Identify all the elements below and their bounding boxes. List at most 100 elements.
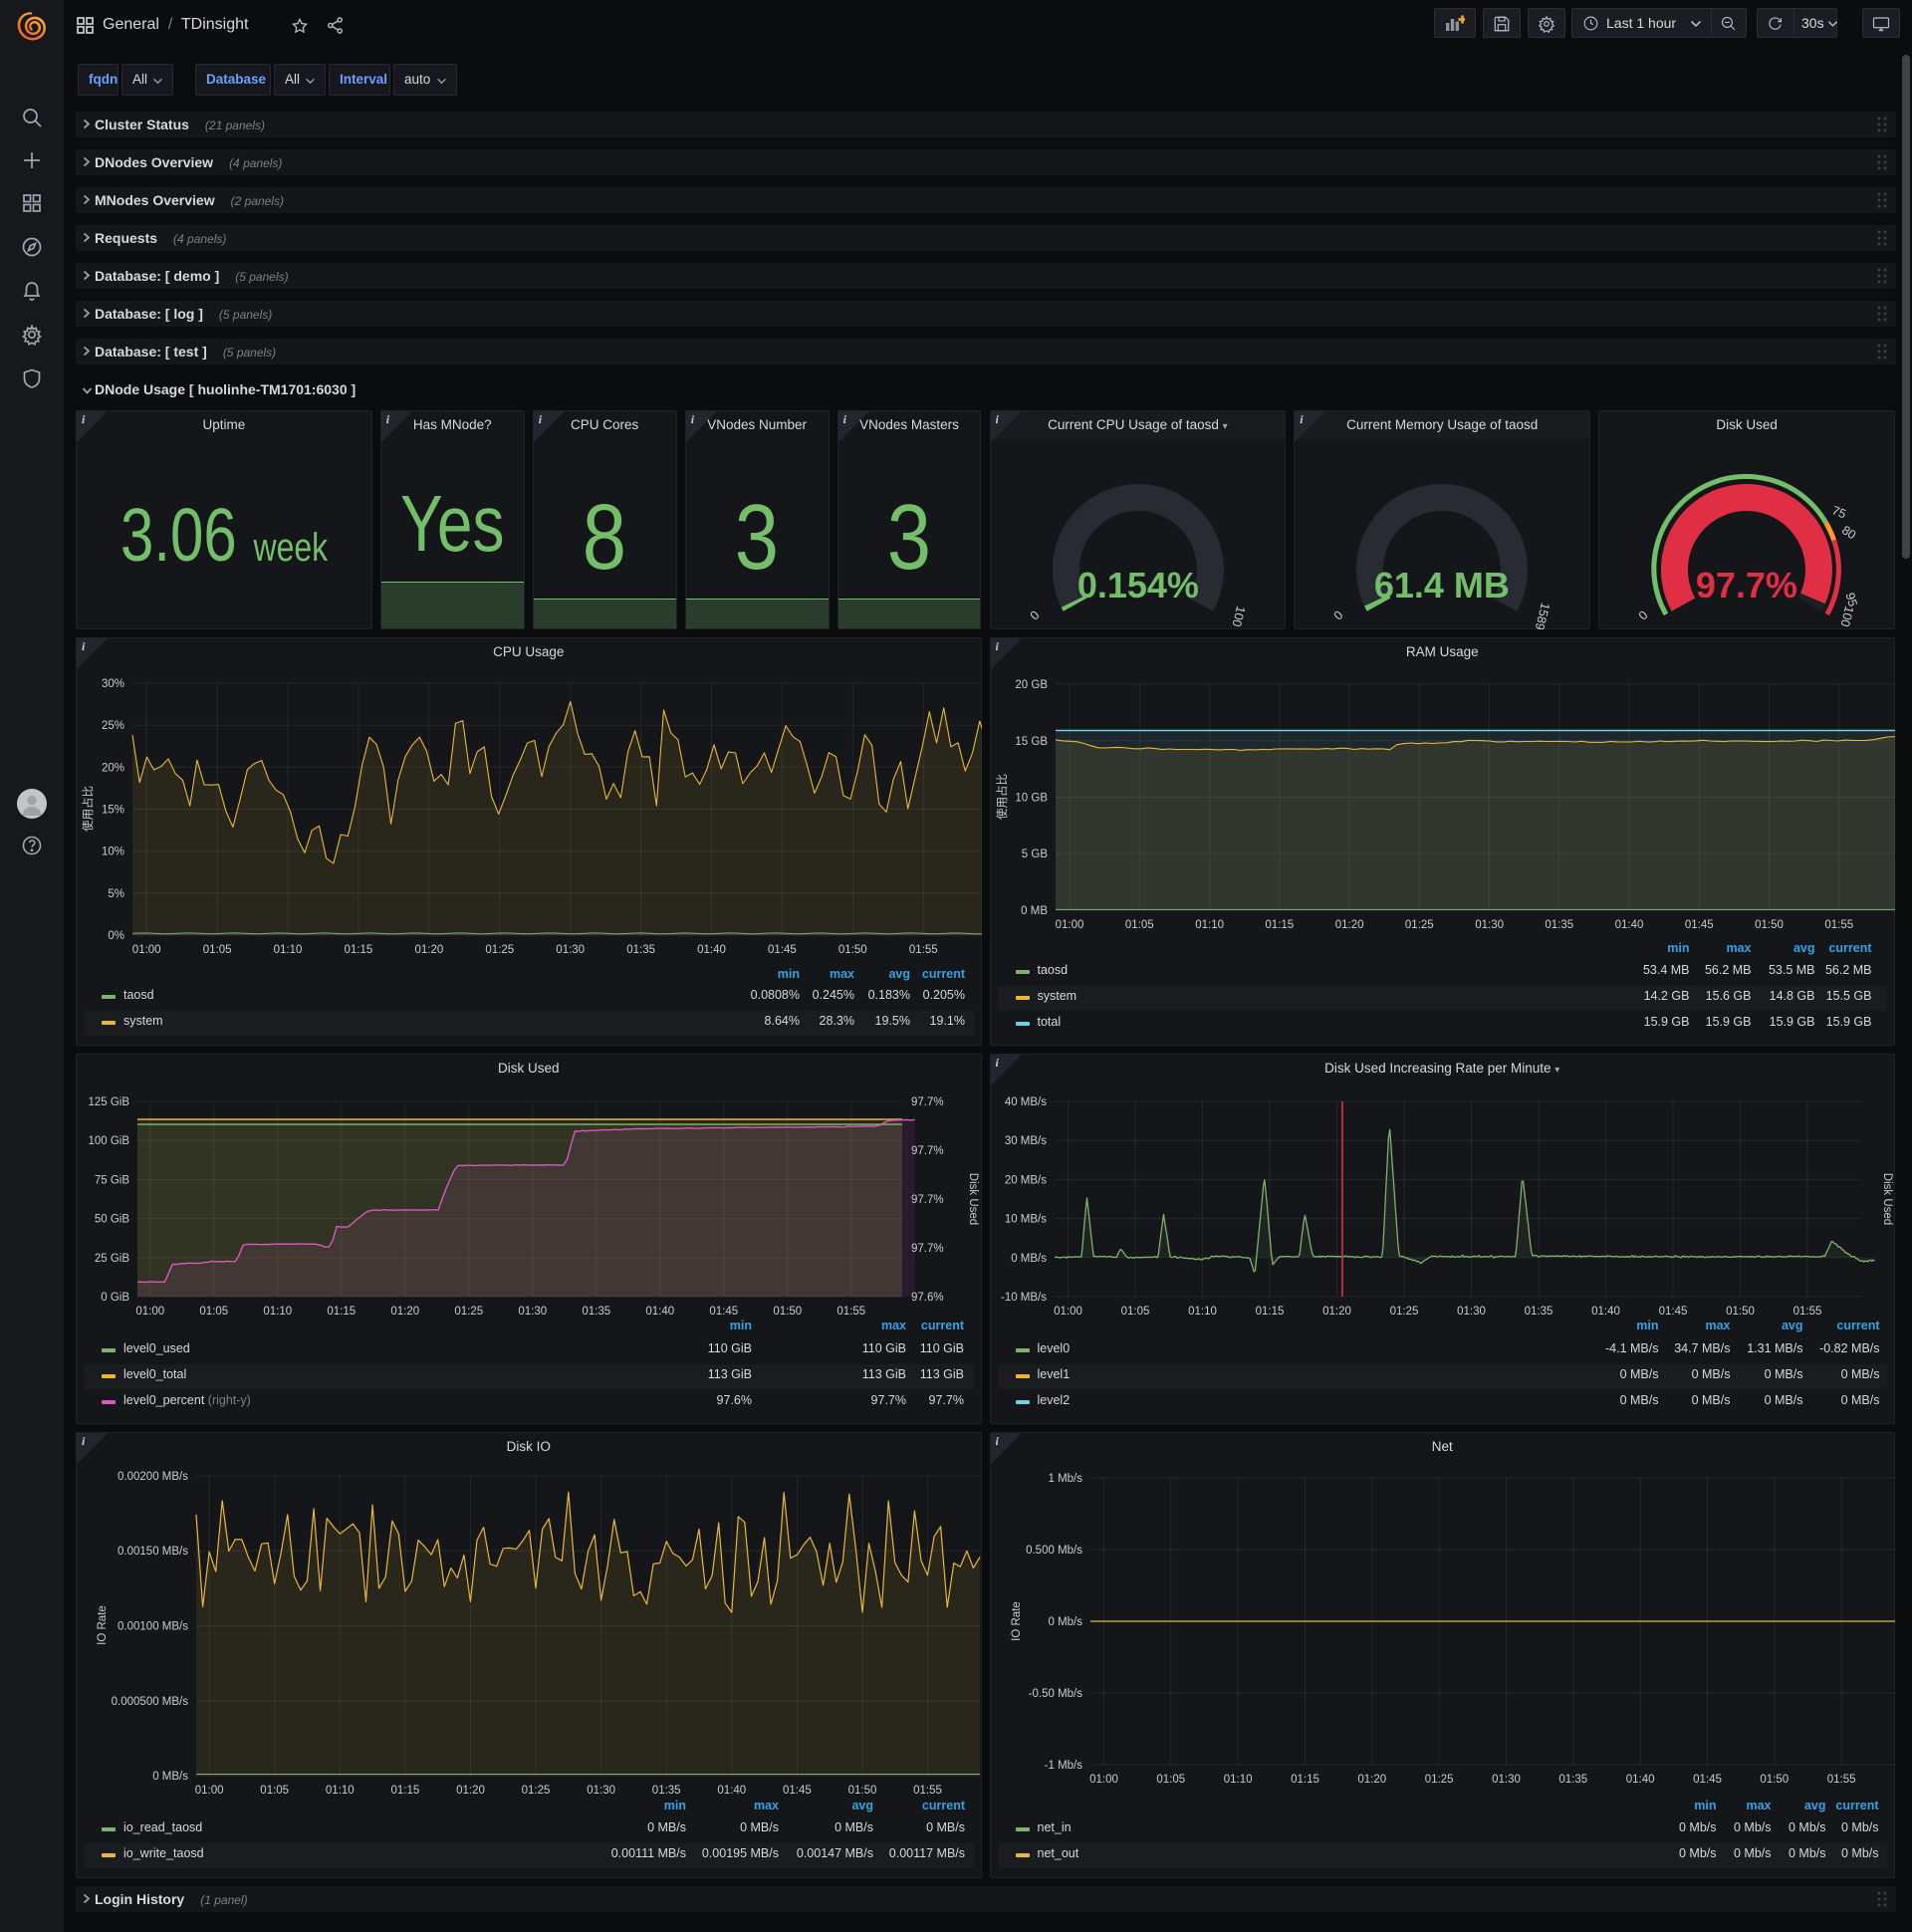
svg-text:01:35: 01:35	[652, 1785, 681, 1797]
svg-text:01:25: 01:25	[1404, 919, 1433, 931]
svg-text:01:05: 01:05	[260, 1785, 289, 1797]
svg-text:01:50: 01:50	[773, 1306, 802, 1318]
svg-text:Disk Used: Disk Used	[967, 1173, 979, 1225]
svg-text:01:55: 01:55	[1824, 919, 1853, 931]
svg-text:0 MB/s: 0 MB/s	[1011, 1253, 1047, 1265]
svg-text:0 Mb/s: 0 Mb/s	[1048, 1616, 1082, 1628]
svg-text:0.000500 MB/s: 0.000500 MB/s	[112, 1696, 189, 1708]
svg-text:97.7%: 97.7%	[911, 1096, 944, 1108]
svg-text:01:55: 01:55	[836, 1306, 865, 1318]
svg-text:01:20: 01:20	[390, 1306, 419, 1318]
svg-text:15 GB: 15 GB	[1015, 736, 1048, 748]
svg-text:15%: 15%	[102, 805, 124, 817]
svg-text:0.500 Mb/s: 0.500 Mb/s	[1026, 1545, 1082, 1557]
svg-text:-10 MB/s: -10 MB/s	[1000, 1292, 1046, 1304]
svg-text:5%: 5%	[108, 888, 124, 900]
svg-text:0 MB/s: 0 MB/s	[152, 1771, 188, 1783]
svg-text:01:35: 01:35	[1524, 1306, 1553, 1318]
svg-text:01:10: 01:10	[274, 944, 303, 956]
svg-text:01:10: 01:10	[263, 1306, 292, 1318]
svg-text:20%: 20%	[102, 762, 124, 774]
svg-text:01:00: 01:00	[195, 1785, 224, 1797]
svg-text:01:20: 01:20	[1322, 1306, 1351, 1318]
svg-text:01:55: 01:55	[1792, 1306, 1821, 1318]
svg-text:01:10: 01:10	[1195, 919, 1224, 931]
svg-text:01:50: 01:50	[838, 944, 867, 956]
svg-text:0%: 0%	[108, 930, 124, 942]
svg-text:01:55: 01:55	[1826, 1774, 1855, 1786]
svg-text:01:25: 01:25	[485, 944, 514, 956]
svg-text:01:45: 01:45	[783, 1785, 812, 1797]
svg-text:01:25: 01:25	[1424, 1774, 1453, 1786]
svg-text:IO Rate: IO Rate	[1011, 1601, 1023, 1641]
svg-text:01:40: 01:40	[717, 1785, 746, 1797]
svg-text:01:45: 01:45	[1658, 1306, 1687, 1318]
svg-text:01:30: 01:30	[587, 1785, 615, 1797]
svg-text:30%: 30%	[102, 678, 124, 690]
svg-text:01:50: 01:50	[1760, 1774, 1789, 1786]
svg-text:01:40: 01:40	[1625, 1774, 1654, 1786]
svg-text:01:40: 01:40	[697, 944, 726, 956]
svg-text:80: 80	[1839, 523, 1858, 542]
svg-text:0.00100 MB/s: 0.00100 MB/s	[118, 1621, 188, 1633]
svg-text:1 Mb/s: 1 Mb/s	[1048, 1473, 1082, 1485]
svg-text:97.7%: 97.7%	[911, 1243, 944, 1255]
svg-text:0: 0	[1331, 608, 1346, 623]
svg-text:01:50: 01:50	[848, 1785, 877, 1797]
svg-text:97.7%: 97.7%	[911, 1145, 944, 1157]
svg-text:01:40: 01:40	[1591, 1306, 1620, 1318]
svg-text:10 GB: 10 GB	[1015, 793, 1048, 805]
svg-text:10 MB/s: 10 MB/s	[1004, 1214, 1046, 1226]
svg-text:-0.50 Mb/s: -0.50 Mb/s	[1028, 1688, 1082, 1700]
svg-text:01:40: 01:40	[645, 1306, 674, 1318]
svg-text:50 GiB: 50 GiB	[95, 1214, 129, 1226]
svg-text:01:55: 01:55	[913, 1785, 942, 1797]
svg-text:75: 75	[1830, 503, 1848, 521]
svg-text:01:05: 01:05	[1124, 919, 1153, 931]
svg-text:0: 0	[1027, 608, 1042, 623]
svg-text:01:00: 01:00	[1055, 919, 1083, 931]
svg-text:01:30: 01:30	[556, 944, 585, 956]
svg-text:0: 0	[1636, 608, 1651, 623]
svg-text:01:10: 01:10	[1188, 1306, 1217, 1318]
svg-text:01:25: 01:25	[522, 1785, 551, 1797]
svg-text:61.4 MB: 61.4 MB	[1374, 565, 1510, 605]
svg-text:-1 Mb/s: -1 Mb/s	[1044, 1760, 1082, 1772]
svg-text:20 GB: 20 GB	[1015, 679, 1048, 691]
svg-text:25%: 25%	[102, 720, 124, 732]
svg-text:01:30: 01:30	[518, 1306, 547, 1318]
svg-text:01:50: 01:50	[1726, 1306, 1755, 1318]
svg-text:01:30: 01:30	[1457, 1306, 1486, 1318]
svg-text:01:45: 01:45	[709, 1306, 738, 1318]
svg-text:01:45: 01:45	[768, 944, 797, 956]
svg-text:01:15: 01:15	[1291, 1774, 1319, 1786]
svg-text:01:35: 01:35	[582, 1306, 610, 1318]
svg-text:01:35: 01:35	[1558, 1774, 1587, 1786]
svg-text:97.7%: 97.7%	[1696, 565, 1797, 605]
svg-text:40 MB/s: 40 MB/s	[1004, 1096, 1046, 1108]
svg-text:25 GiB: 25 GiB	[95, 1253, 129, 1265]
svg-text:0 GiB: 0 GiB	[101, 1292, 129, 1304]
svg-text:01:05: 01:05	[1156, 1774, 1185, 1786]
svg-text:01:00: 01:00	[1089, 1774, 1118, 1786]
svg-text:30 MB/s: 30 MB/s	[1004, 1135, 1046, 1147]
svg-text:01:15: 01:15	[1265, 919, 1294, 931]
svg-text:100: 100	[1229, 604, 1248, 628]
svg-text:01:05: 01:05	[199, 1306, 228, 1318]
svg-text:01:20: 01:20	[1357, 1774, 1386, 1786]
svg-text:01:10: 01:10	[326, 1785, 355, 1797]
svg-text:5 GB: 5 GB	[1021, 848, 1048, 860]
svg-text:0.00200 MB/s: 0.00200 MB/s	[118, 1471, 188, 1483]
svg-text:IO Rate: IO Rate	[97, 1605, 109, 1645]
svg-text:01:05: 01:05	[203, 944, 232, 956]
svg-text:0 MB: 0 MB	[1021, 905, 1048, 917]
svg-text:01:45: 01:45	[1684, 919, 1713, 931]
svg-text:01:25: 01:25	[454, 1306, 483, 1318]
svg-text:01:50: 01:50	[1755, 919, 1784, 931]
svg-text:Disk Used: Disk Used	[1881, 1173, 1893, 1225]
svg-text:01:15: 01:15	[391, 1785, 420, 1797]
svg-text:使用占比: 使用占比	[995, 774, 1009, 820]
svg-text:使用占比: 使用占比	[81, 786, 95, 832]
svg-text:01:00: 01:00	[135, 1306, 164, 1318]
svg-text:01:15: 01:15	[345, 944, 373, 956]
